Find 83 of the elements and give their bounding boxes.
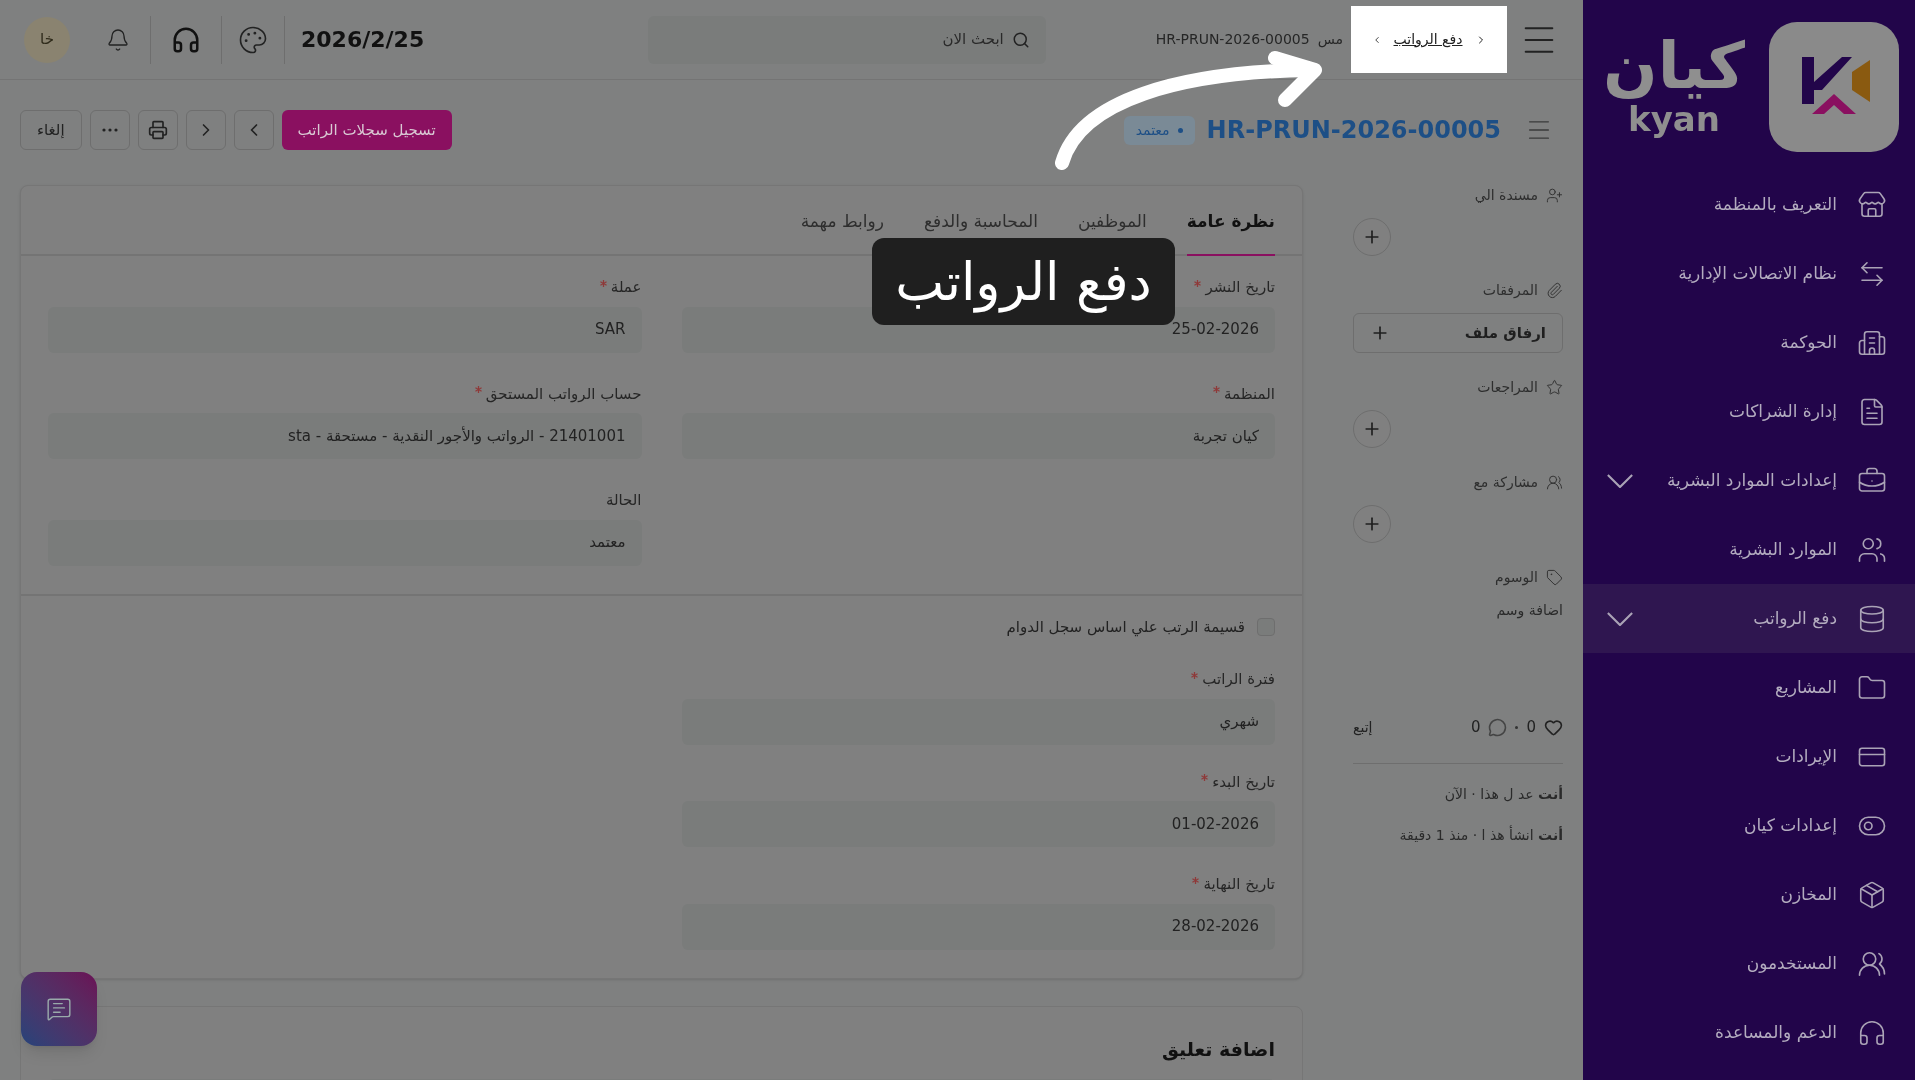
- checkbox-label: قسيمة الرتب علي اساس سجل الدوام: [1006, 616, 1245, 638]
- field-label: تاريخ النهاية: [1203, 874, 1275, 895]
- paperclip-icon: [1546, 282, 1563, 299]
- tab[interactable]: نظرة عامة: [1186, 208, 1275, 256]
- user-plus-icon: [1546, 187, 1563, 204]
- print-icon: [147, 120, 168, 140]
- input-field[interactable]: معتمد: [48, 519, 642, 566]
- tag-icon: [1546, 569, 1563, 586]
- required-icon: [1213, 386, 1221, 394]
- palette-icon[interactable]: [238, 24, 268, 55]
- breadcrumb-link[interactable]: دفع الرواتب: [1393, 29, 1463, 50]
- sidebar-item[interactable]: الدعم والمساعدة: [1583, 998, 1915, 1067]
- avatar[interactable]: خا: [24, 16, 70, 63]
- required-icon: [1192, 876, 1200, 884]
- add-assignee-button[interactable]: [1353, 218, 1391, 256]
- comment-icon[interactable]: [1488, 717, 1508, 737]
- breadcrumb-link[interactable]: HR-PRUN-2026-00005: [1155, 29, 1310, 50]
- follow-link[interactable]: إتبع: [1353, 716, 1373, 738]
- sidebar-item[interactable]: المخازن: [1583, 860, 1915, 929]
- input-field[interactable]: 01-02-2026: [681, 801, 1275, 847]
- field-label: تاريخ النشر: [1205, 277, 1275, 298]
- field-label: عملة: [610, 277, 642, 298]
- input-field[interactable]: كيان تجربة: [681, 413, 1275, 459]
- chevron-down-icon: [1607, 611, 1633, 626]
- search-icon: [1011, 30, 1030, 49]
- input-field[interactable]: SAR: [48, 306, 642, 353]
- sidebar-item[interactable]: الإيرادات: [1583, 722, 1915, 791]
- logo-text: kyan: [1628, 98, 1720, 141]
- bell-icon[interactable]: [106, 27, 130, 52]
- page-title: HR-PRUN-2026-00005: [1206, 115, 1501, 146]
- chevron-down-icon: [1607, 473, 1633, 488]
- sidebar-item[interactable]: الموارد البشرية: [1583, 515, 1915, 584]
- field-label: حساب الرواتب المستحق: [485, 383, 642, 405]
- logo-text: كيان: [1603, 33, 1745, 98]
- status-badge: معتمد: [1123, 115, 1195, 145]
- sidebar-item[interactable]: الحوكمة: [1583, 308, 1915, 377]
- heart-icon[interactable]: [1544, 717, 1563, 737]
- add-review-button[interactable]: [1353, 410, 1391, 448]
- sidebar-item[interactable]: إعدادات كيان: [1583, 791, 1915, 860]
- required-icon: [474, 386, 482, 394]
- sidebar-item[interactable]: دفع الرواتب: [1583, 584, 1915, 653]
- required-icon: [1201, 774, 1209, 782]
- add-tag-link[interactable]: اضافة وسم: [1496, 600, 1563, 621]
- input-field[interactable]: شهري: [681, 698, 1275, 745]
- users-icon: [1546, 474, 1563, 491]
- activity-text: أنت عد ل هذا · الآن: [1444, 784, 1563, 804]
- breadcrumb-link[interactable]: مس: [1317, 29, 1343, 50]
- cancel-button[interactable]: إلغاء: [20, 110, 82, 150]
- search-field[interactable]: ابحث الان: [647, 15, 1046, 64]
- comment-count: 0: [1470, 717, 1481, 738]
- comment-title: اضافة تعليق: [1160, 1036, 1275, 1063]
- input-field[interactable]: 28-02-2026: [681, 903, 1275, 950]
- sidebar-item[interactable]: المستخدمون: [1583, 929, 1915, 998]
- section-label: مسندة الي: [1474, 186, 1538, 205]
- field-label: المنظمة: [1224, 383, 1275, 405]
- section-label: المراجعات: [1477, 378, 1538, 397]
- star-icon: [1546, 379, 1563, 396]
- input-field[interactable]: 21401001 - الرواتب والأجور النقدية - مستحقة - sta: [48, 413, 642, 459]
- chat-icon: [46, 996, 72, 1022]
- sidebar-item[interactable]: نظام الاتصالات الإدارية: [1583, 239, 1915, 308]
- logo-icon: [1769, 22, 1899, 152]
- sidebar-item[interactable]: المشاريع: [1583, 653, 1915, 722]
- attach-file-button[interactable]: ارفاق ملف: [1353, 313, 1563, 353]
- section-label: الوسوم: [1494, 568, 1538, 588]
- primary-button[interactable]: تسجيل سجلات الراتب: [281, 110, 452, 150]
- field-label: فترة الراتب: [1202, 669, 1275, 690]
- sidebar-item[interactable]: التعريف بالمنظمة: [1583, 170, 1915, 239]
- chat-button[interactable]: [21, 972, 97, 1046]
- add-share-button[interactable]: [1353, 505, 1391, 543]
- date-text: 2026/2/25: [300, 26, 425, 54]
- section-label: المرفقات: [1482, 281, 1538, 300]
- required-icon: [1194, 279, 1202, 287]
- required-icon: [599, 279, 607, 287]
- sidebar-item[interactable]: إعدادات الموارد البشرية: [1583, 446, 1915, 515]
- activity-text: أنت انشأ هذ ا · منذ 1 دقيقة: [1399, 824, 1563, 845]
- more-icon: [101, 128, 118, 132]
- field-label: الحالة: [605, 490, 642, 511]
- print-button[interactable]: [137, 110, 178, 150]
- like-count: 0: [1526, 717, 1536, 738]
- required-icon: [1191, 671, 1199, 679]
- sidebar-item[interactable]: إدارة الشراكات: [1583, 377, 1915, 446]
- section-label: مشاركة مع: [1473, 473, 1538, 493]
- field-label: تاريخ البدء: [1212, 771, 1275, 793]
